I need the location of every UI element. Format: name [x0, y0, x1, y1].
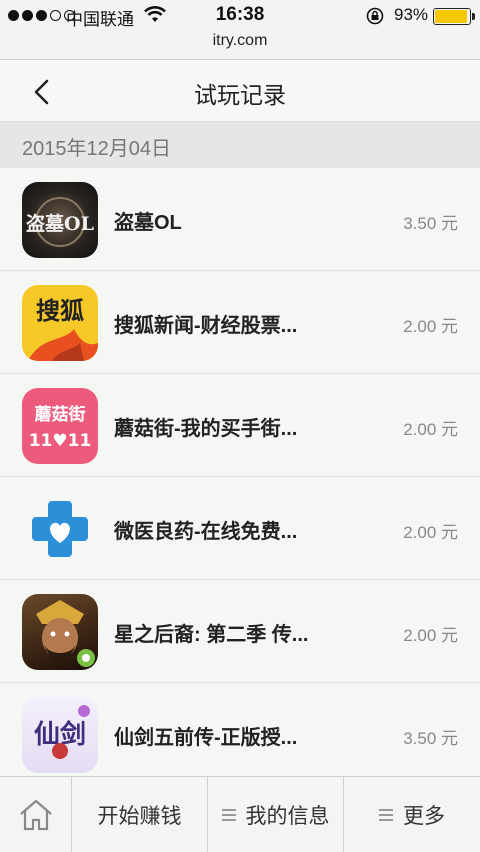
app-name: 搜狐新闻-财经股票...: [114, 315, 298, 337]
reward-amount: 2.00 元: [403, 626, 458, 645]
list-item[interactable]: 仙剑 仙剑五前传-正版授... 3.50 元: [0, 683, 480, 786]
tab-label: 我的信息: [245, 805, 330, 828]
reward-amount: 3.50 元: [403, 214, 458, 233]
tab-home[interactable]: [0, 777, 72, 852]
daomu-logo-icon: 盗墓OL: [26, 197, 94, 247]
app-icon-star-descendant: [22, 594, 98, 670]
navigation-bar: 试玩记录: [0, 60, 480, 122]
svg-text:11♥11: 11♥11: [29, 431, 92, 451]
list-item[interactable]: 蘑菇街 11♥11 蘑菇街-我的买手街... 2.00 元: [0, 374, 480, 477]
reward-amount: 2.00 元: [403, 420, 458, 439]
svg-text:盗墓OL: 盗墓OL: [26, 212, 94, 235]
app-icon-daomu: 盗墓OL: [22, 182, 98, 258]
menu-lines-icon: [379, 806, 393, 824]
tab-my-info[interactable]: 我的信息: [208, 777, 344, 852]
xianjian-logo-icon: 仙剑: [34, 705, 90, 759]
list-item[interactable]: 搜狐 搜狐新闻-财经股票... 2.00 元: [0, 271, 480, 374]
app-name: 盗墓OL: [114, 212, 182, 234]
app-icon-xianjian: 仙剑: [22, 697, 98, 773]
rotation-lock-icon: [366, 7, 384, 25]
list-item[interactable]: 盗墓OL 盗墓OL 3.50 元: [0, 168, 480, 271]
svg-text:搜狐: 搜狐: [36, 297, 84, 325]
date-section-header: 2015年12月04日: [0, 122, 480, 168]
home-icon: [19, 799, 52, 831]
battery-nub: [472, 13, 475, 20]
mogujie-logo-icon: 蘑菇街 11♥11: [29, 404, 92, 451]
app-name: 仙剑五前传-正版授...: [114, 727, 298, 749]
warrior-portrait-icon: [36, 600, 95, 667]
page-title: 试玩记录: [194, 82, 286, 108]
medical-cross-icon: [32, 501, 88, 557]
app-icon-mogujie: 蘑菇街 11♥11: [22, 388, 98, 464]
reward-amount: 2.00 元: [403, 317, 458, 336]
tab-label: 更多: [403, 805, 445, 828]
browser-url-bar[interactable]: itry.com: [0, 32, 480, 60]
tab-start-earning[interactable]: 开始赚钱: [72, 777, 208, 852]
reward-amount: 3.50 元: [403, 729, 458, 748]
url-text: itry.com: [212, 32, 268, 49]
trial-record-list: 盗墓OL 盗墓OL 3.50 元 搜狐 搜狐新闻-财经股票... 2.00 元 …: [0, 168, 480, 786]
reward-amount: 2.00 元: [403, 523, 458, 542]
battery-percentage: 93%: [394, 5, 429, 24]
app-icon-sohu-news: 搜狐: [22, 285, 98, 361]
tab-more[interactable]: 更多: [344, 777, 480, 852]
app-name: 星之后裔: 第二季 传...: [114, 624, 309, 646]
svg-text:蘑菇街: 蘑菇街: [35, 404, 86, 425]
app-icon-weiyi: [22, 491, 98, 567]
app-name: 微医良药-在线免费...: [114, 521, 298, 543]
tab-label: 开始赚钱: [97, 805, 182, 828]
list-item[interactable]: 星之后裔: 第二季 传... 2.00 元: [0, 580, 480, 683]
status-bar: 中国联通 16:38 93%: [0, 0, 480, 32]
battery-icon: [433, 8, 471, 25]
menu-lines-icon: [221, 806, 236, 824]
bottom-tab-bar: 开始赚钱 我的信息 更多: [0, 776, 480, 852]
sohu-fox-logo-icon: 搜狐: [28, 297, 98, 361]
list-item[interactable]: 微医良药-在线免费... 2.00 元: [0, 477, 480, 580]
app-name: 蘑菇街-我的买手街...: [114, 418, 298, 440]
